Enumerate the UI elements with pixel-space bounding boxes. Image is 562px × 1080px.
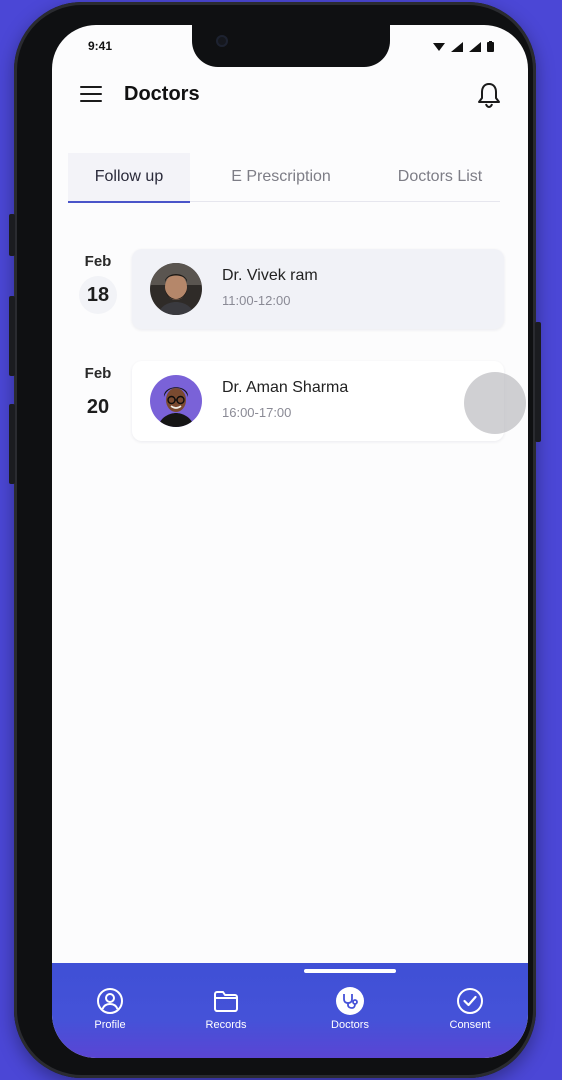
hamburger-menu-icon[interactable] [80,86,102,104]
nav-label: Profile [94,1019,126,1031]
app-screen: 9:41 Doctors Follow up E Prescription Do… [52,25,528,1058]
tab-e-prescription[interactable]: E Prescription [206,153,356,201]
camera-icon [216,35,228,47]
nav-label: Consent [449,1019,491,1031]
home-indicator [304,969,396,973]
volume-up-button [9,296,15,376]
status-time: 9:41 [88,39,113,53]
notch [192,25,390,67]
tab-doctors-list[interactable]: Doctors List [380,153,500,201]
tab-follow-up[interactable]: Follow up [68,153,190,203]
man-with-glasses-avatar [150,375,202,427]
appointment-time: 11:00-12:00 [222,293,291,308]
appointment-item[interactable]: Feb 18 Dr. Vivek ram 11:00-12:00 [52,249,528,333]
bearded-man-avatar [150,263,202,315]
mute-switch [9,214,15,256]
nav-label: Doctors [331,1019,369,1031]
app-header: Doctors [52,77,528,121]
doctor-name: Dr. Vivek ram [222,267,318,284]
nav-records[interactable]: Records [186,987,266,1031]
appointment-time: 16:00-17:00 [222,405,292,420]
page-title: Doctors [124,83,200,105]
nav-profile[interactable]: Profile [70,987,150,1031]
volume-down-button [9,404,15,484]
date-month: Feb [84,253,112,270]
signal-icon [451,41,463,52]
nav-label: Records [205,1019,247,1031]
phone-frame: 9:41 Doctors Follow up E Prescription Do… [9,2,541,1078]
power-button [535,322,541,442]
wifi-icon [433,42,445,51]
battery-icon [487,41,494,52]
doctor-name: Dr. Aman Sharma [222,379,349,396]
nav-consent[interactable]: Consent [430,987,510,1031]
appointment-card[interactable]: Dr. Vivek ram 11:00-12:00 [132,249,504,329]
status-icons [433,41,494,52]
date-month: Feb [84,365,112,382]
appointment-date: Feb 18 [72,249,124,314]
bottom-navigation: Profile Records Doctors Consent [52,963,528,1058]
touch-indicator [464,372,526,434]
date-day: 20 [86,396,110,418]
stethoscope-icon [336,987,364,1015]
appointment-item[interactable]: Feb 20 Dr. Aman Sharma 16:00-17:00 [52,361,528,445]
folder-icon [214,991,238,1012]
tab-bar: Follow up E Prescription Doctors List [68,153,500,203]
nav-doctors[interactable]: Doctors [310,987,390,1031]
date-day: 18 [79,276,117,314]
signal-2-icon [469,41,481,52]
user-circle-icon [97,988,123,1014]
appointment-date: Feb 20 [72,361,124,426]
bell-icon[interactable] [476,81,502,109]
check-circle-icon [457,988,483,1014]
appointment-card[interactable]: Dr. Aman Sharma 16:00-17:00 [132,361,504,441]
